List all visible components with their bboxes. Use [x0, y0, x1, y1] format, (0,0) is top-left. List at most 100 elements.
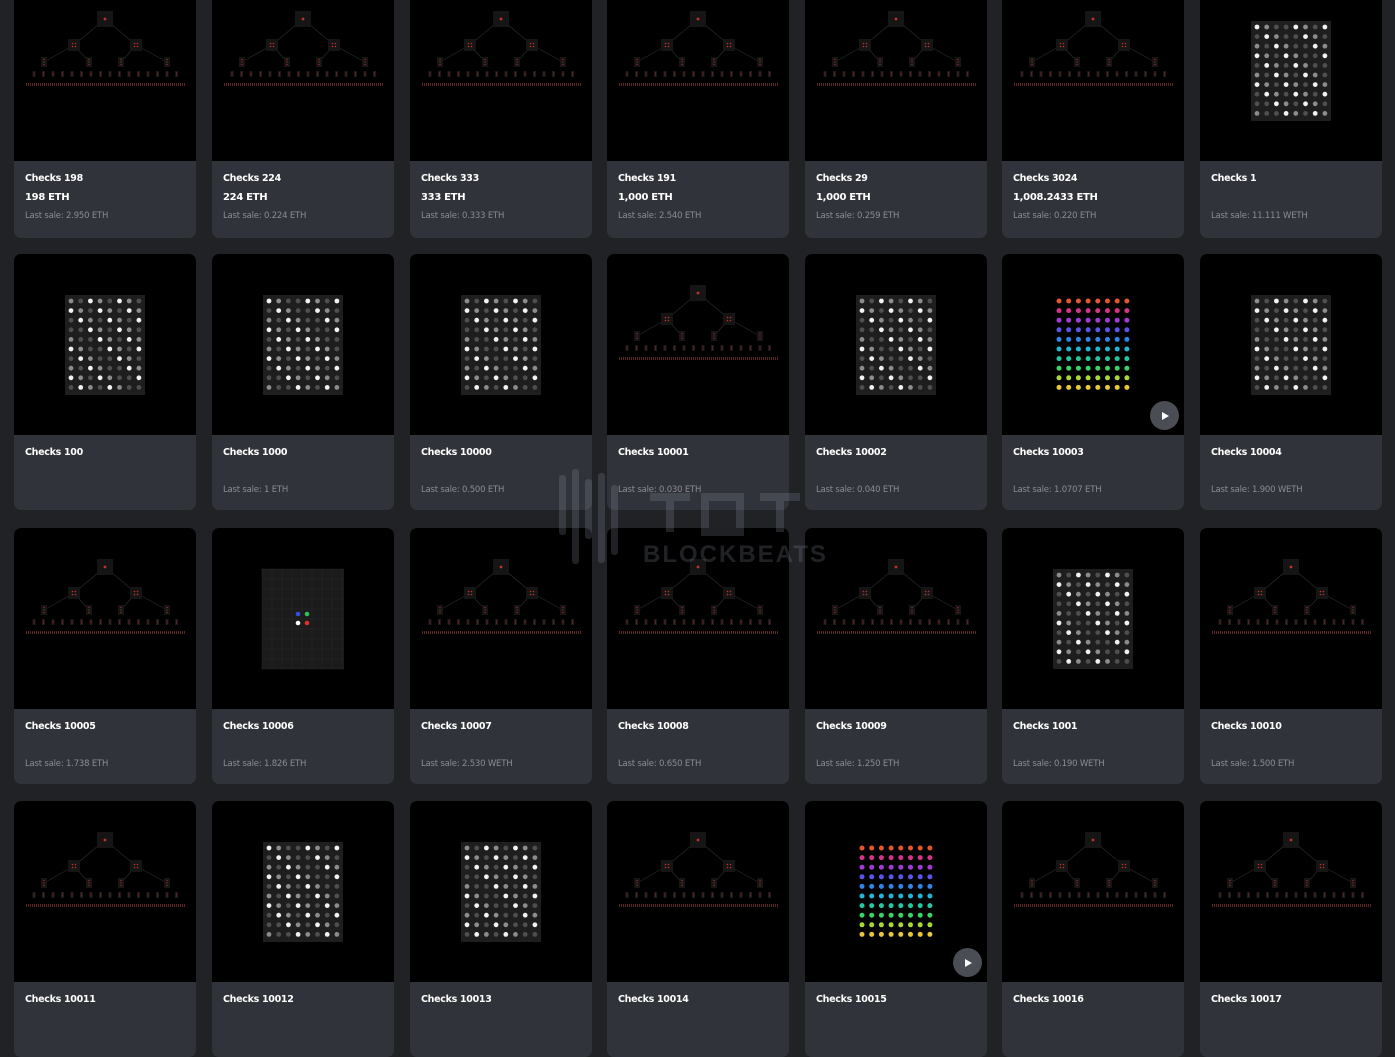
rainbow-grid-artwork: [859, 845, 933, 937]
nft-image[interactable]: [607, 528, 789, 709]
nft-name: Checks 1000: [223, 447, 288, 458]
nft-card[interactable]: Checks 10017: [1200, 801, 1382, 1057]
nft-card[interactable]: Checks 10011: [14, 801, 196, 1057]
tree-artwork: [817, 559, 976, 634]
nft-card[interactable]: Checks 10001 Last sale: 0.030 ETH: [607, 254, 789, 510]
nft-card[interactable]: Checks 3024 1,008.2433 ETH Last sale: 0.22…: [1002, 0, 1184, 238]
nft-image[interactable]: [14, 254, 196, 435]
nft-card[interactable]: Checks 224 224 ETH Last sale: 0.224 ETH: [212, 0, 394, 238]
nft-image[interactable]: [607, 254, 789, 435]
nft-card[interactable]: Checks 29 1,000 ETH Last sale: 0.259 ETH: [805, 0, 987, 238]
nft-card[interactable]: Checks 1001 Last sale: 0.190 WETH: [1002, 528, 1184, 784]
nft-image[interactable]: [1002, 528, 1184, 709]
nft-card[interactable]: Checks 10015: [805, 801, 987, 1057]
nft-card[interactable]: Checks 1 Last sale: 11.111 WETH: [1200, 0, 1382, 238]
tree-artwork: [1014, 11, 1173, 86]
nft-card[interactable]: Checks 10003 Last sale: 1.0707 ETH: [1002, 254, 1184, 510]
nft-card[interactable]: Checks 10013: [410, 801, 592, 1057]
checks-grid-artwork: [461, 842, 541, 942]
nft-name: Checks 10004: [1211, 447, 1282, 458]
nft-image[interactable]: [14, 801, 196, 982]
nft-image[interactable]: [607, 801, 789, 982]
play-button[interactable]: [953, 948, 982, 977]
tree-artwork: [422, 559, 581, 634]
play-button[interactable]: [1150, 401, 1179, 430]
nft-card[interactable]: Checks 10009 Last sale: 1.250 ETH: [805, 528, 987, 784]
nft-price: 1,000 ETH: [816, 192, 871, 203]
nft-image[interactable]: [212, 0, 394, 161]
nft-card[interactable]: Checks 198 198 ETH Last sale: 2.950 ETH: [14, 0, 196, 238]
nft-image[interactable]: [805, 254, 987, 435]
nft-name: Checks 10013: [421, 994, 492, 1005]
nft-price: 333 ETH: [421, 192, 466, 203]
nft-image[interactable]: [212, 254, 394, 435]
nft-image[interactable]: [14, 528, 196, 709]
nft-last-sale: Last sale: 1.826 ETH: [223, 759, 307, 769]
nft-image[interactable]: [805, 528, 987, 709]
nft-name: Checks 10016: [1013, 994, 1084, 1005]
nft-card[interactable]: Checks 10002 Last sale: 0.040 ETH: [805, 254, 987, 510]
nft-card[interactable]: Checks 10012: [212, 801, 394, 1057]
nft-image[interactable]: [212, 528, 394, 709]
tree-artwork: [817, 11, 976, 86]
nft-image[interactable]: [1200, 528, 1382, 709]
nft-image[interactable]: [212, 801, 394, 982]
nft-last-sale: Last sale: 2.530 WETH: [421, 759, 513, 769]
checks-grid-artwork: [65, 295, 145, 395]
nft-card[interactable]: Checks 10014: [607, 801, 789, 1057]
nft-image[interactable]: [1002, 254, 1184, 435]
nft-card[interactable]: Checks 10006 Last sale: 1.826 ETH: [212, 528, 394, 784]
checks-grid-artwork: [856, 295, 936, 395]
tree-artwork: [26, 559, 185, 634]
nft-image[interactable]: [607, 0, 789, 161]
nft-image[interactable]: [14, 0, 196, 161]
nft-card[interactable]: Checks 10010 Last sale: 1.500 ETH: [1200, 528, 1382, 784]
nft-name: Checks 191: [618, 173, 676, 184]
nft-name: Checks 3024: [1013, 173, 1078, 184]
nft-name: Checks 224: [223, 173, 281, 184]
nft-card[interactable]: Checks 10016: [1002, 801, 1184, 1057]
nft-name: Checks 10000: [421, 447, 492, 458]
nft-last-sale: Last sale: 1.900 WETH: [1211, 485, 1303, 495]
nft-grid: Checks 198 198 ETH Last sale: 2.950 ETH Che…: [0, 0, 1395, 1057]
nft-card[interactable]: Checks 10008 Last sale: 0.650 ETH: [607, 528, 789, 784]
checks-grid-artwork: [1251, 295, 1331, 395]
nft-name: Checks 10015: [816, 994, 887, 1005]
nft-last-sale: Last sale: 2.540 ETH: [618, 211, 702, 221]
nft-card[interactable]: Checks 100: [14, 254, 196, 510]
nft-name: Checks 1: [1211, 173, 1257, 184]
nft-last-sale: Last sale: 0.030 ETH: [618, 485, 702, 495]
nft-image[interactable]: [410, 801, 592, 982]
nft-name: Checks 10017: [1211, 994, 1282, 1005]
nft-name: Checks 10006: [223, 721, 294, 732]
tree-artwork: [1212, 559, 1371, 634]
tree-artwork: [1212, 832, 1371, 907]
nft-price: 1,000 ETH: [618, 192, 673, 203]
checks-grid-artwork: [1251, 21, 1331, 121]
nft-last-sale: Last sale: 0.220 ETH: [1013, 211, 1097, 221]
nft-card[interactable]: Checks 191 1,000 ETH Last sale: 2.540 ETH: [607, 0, 789, 238]
nft-card[interactable]: Checks 333 333 ETH Last sale: 0.333 ETH: [410, 0, 592, 238]
nft-image[interactable]: [805, 0, 987, 161]
nft-image[interactable]: [410, 254, 592, 435]
nft-image[interactable]: [1200, 254, 1382, 435]
nft-image[interactable]: [1002, 0, 1184, 161]
nft-card[interactable]: Checks 1000 Last sale: 1 ETH: [212, 254, 394, 510]
nft-name: Checks 10009: [816, 721, 887, 732]
nft-last-sale: Last sale: 1 ETH: [223, 485, 289, 495]
nft-card[interactable]: Checks 10004 Last sale: 1.900 WETH: [1200, 254, 1382, 510]
nft-image[interactable]: [805, 801, 987, 982]
nft-card[interactable]: Checks 10007 Last sale: 2.530 WETH: [410, 528, 592, 784]
nft-image[interactable]: [410, 528, 592, 709]
nft-image[interactable]: [1200, 0, 1382, 161]
nft-card[interactable]: Checks 10005 Last sale: 1.738 ETH: [14, 528, 196, 784]
nft-image[interactable]: [1002, 801, 1184, 982]
nft-image[interactable]: [1200, 801, 1382, 982]
nft-name: Checks 198: [25, 173, 83, 184]
nft-price: 1,008.2433 ETH: [1013, 192, 1098, 203]
rainbow-grid-artwork: [1056, 298, 1130, 390]
nft-last-sale: Last sale: 0.500 ETH: [421, 485, 505, 495]
nft-image[interactable]: [410, 0, 592, 161]
nft-card[interactable]: Checks 10000 Last sale: 0.500 ETH: [410, 254, 592, 510]
nft-name: Checks 10012: [223, 994, 294, 1005]
